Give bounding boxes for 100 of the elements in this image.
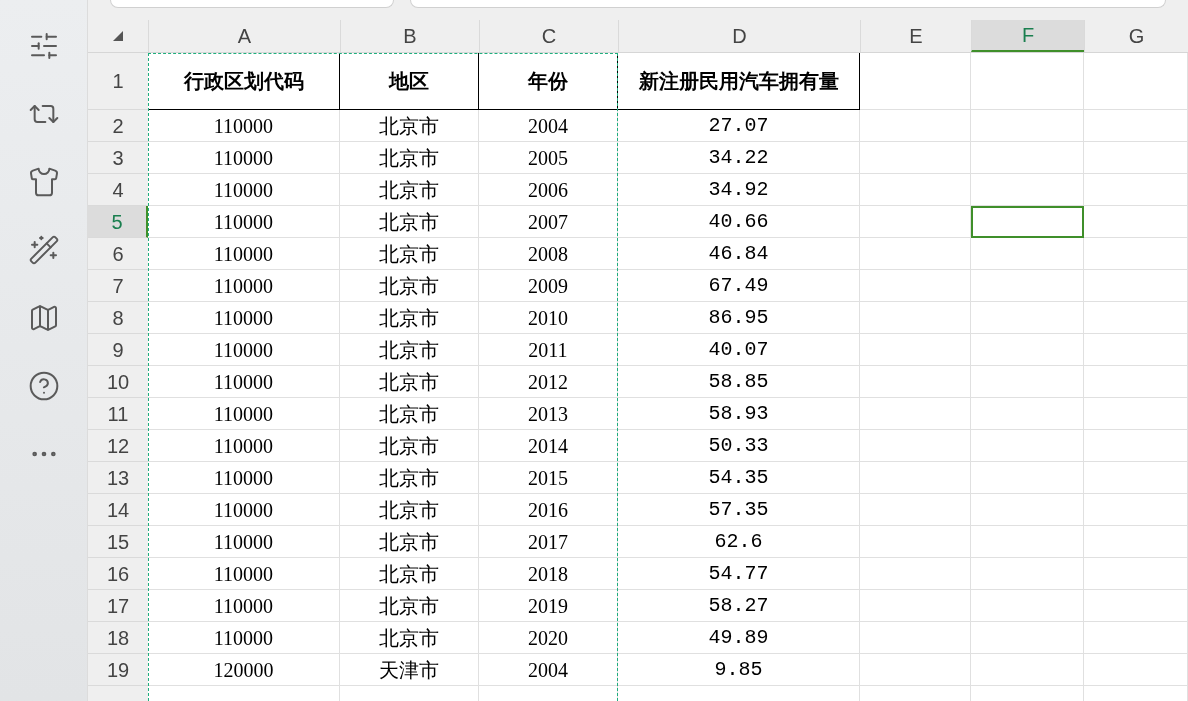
table-cell: 40.07 — [618, 334, 860, 366]
table-cell: 2011 — [479, 334, 618, 366]
row-header[interactable]: 15 — [88, 526, 148, 558]
table-cell: 58.93 — [618, 398, 860, 430]
row-header[interactable]: 2 — [88, 110, 148, 142]
row-header[interactable]: 3 — [88, 142, 148, 174]
table-cell: 50.33 — [618, 430, 860, 462]
header-cell: 地区 — [340, 53, 479, 110]
row-header[interactable]: 16 — [88, 558, 148, 590]
table-cell: 北京市 — [340, 430, 479, 462]
table-cell: 110000 — [148, 622, 340, 654]
table-cell: 110000 — [148, 206, 340, 238]
row-header[interactable]: 19 — [88, 654, 148, 686]
table-cell: 2020 — [479, 622, 618, 654]
table-cell: 北京市 — [340, 110, 479, 142]
row-header[interactable]: 8 — [88, 302, 148, 334]
table-cell: 2008 — [479, 238, 618, 270]
table-cell: 58.27 — [618, 590, 860, 622]
table-cell: 110000 — [148, 494, 340, 526]
column-header[interactable]: C — [479, 20, 618, 52]
table-cell: 110000 — [148, 270, 340, 302]
table-cell: 110000 — [148, 142, 340, 174]
table-cell: 110000 — [148, 430, 340, 462]
table-cell: 2014 — [479, 430, 618, 462]
table-cell: 57.35 — [618, 494, 860, 526]
header-cell: 行政区划代码 — [148, 53, 340, 110]
table-cell: 49.89 — [618, 622, 860, 654]
table-cell: 120000 — [148, 654, 340, 686]
table-cell: 北京市 — [340, 462, 479, 494]
column-header[interactable]: G — [1084, 20, 1188, 52]
table-cell: 北京市 — [340, 334, 479, 366]
table-cell: 2006 — [479, 174, 618, 206]
table-cell: 40.66 — [618, 206, 860, 238]
active-cell[interactable] — [971, 206, 1084, 238]
table-cell: 2009 — [479, 270, 618, 302]
table-cell: 北京市 — [340, 590, 479, 622]
table-cell: 北京市 — [340, 366, 479, 398]
table-cell: 27.07 — [618, 110, 860, 142]
table-cell: 58.85 — [618, 366, 860, 398]
table-cell: 9.85 — [618, 654, 860, 686]
row-header[interactable]: 7 — [88, 270, 148, 302]
table-cell: 2019 — [479, 590, 618, 622]
table-cell: 54.35 — [618, 462, 860, 494]
magic-wand-icon[interactable] — [27, 234, 60, 266]
table-cell: 62.6 — [618, 526, 860, 558]
row-header[interactable]: 12 — [88, 430, 148, 462]
row-header[interactable]: 5 — [88, 206, 148, 238]
table-cell: 北京市 — [340, 398, 479, 430]
header-cell: 年份 — [479, 53, 618, 110]
table-cell: 67.49 — [618, 270, 860, 302]
table-cell: 北京市 — [340, 494, 479, 526]
table-cell: 110000 — [148, 590, 340, 622]
table-cell: 北京市 — [340, 206, 479, 238]
row-header[interactable]: 1 — [88, 53, 148, 110]
column-header[interactable]: B — [340, 20, 479, 52]
table-cell: 110000 — [148, 302, 340, 334]
table-cell: 2004 — [479, 110, 618, 142]
table-cell: 北京市 — [340, 270, 479, 302]
table-cell: 北京市 — [340, 142, 479, 174]
row-header[interactable]: 4 — [88, 174, 148, 206]
row-header[interactable]: 14 — [88, 494, 148, 526]
column-header[interactable]: D — [618, 20, 860, 52]
header-cell: 新注册民用汽车拥有量 — [618, 53, 860, 110]
row-header[interactable]: 11 — [88, 398, 148, 430]
table-cell: 110000 — [148, 462, 340, 494]
table-cell: 北京市 — [340, 302, 479, 334]
corner-triangle-icon — [113, 31, 123, 41]
table-cell: 北京市 — [340, 238, 479, 270]
table-cell: 110000 — [148, 174, 340, 206]
table-cell: 北京市 — [340, 174, 479, 206]
table-cell: 86.95 — [618, 302, 860, 334]
table-cell: 北京市 — [340, 622, 479, 654]
table-cell: 110000 — [148, 558, 340, 590]
row-header[interactable]: 13 — [88, 462, 148, 494]
table-cell: 2007 — [479, 206, 618, 238]
row-header[interactable]: 6 — [88, 238, 148, 270]
column-header[interactable]: A — [148, 20, 340, 52]
table-cell: 2010 — [479, 302, 618, 334]
table-cell: 北京市 — [340, 558, 479, 590]
table-cell: 34.92 — [618, 174, 860, 206]
table-cell: 北京市 — [340, 526, 479, 558]
table-cell: 110000 — [148, 526, 340, 558]
table-cell: 2005 — [479, 142, 618, 174]
table-cell: 2013 — [479, 398, 618, 430]
row-header[interactable]: 10 — [88, 366, 148, 398]
table-cell: 2015 — [479, 462, 618, 494]
row-header[interactable]: 17 — [88, 590, 148, 622]
table-cell: 110000 — [148, 238, 340, 270]
column-header[interactable]: F — [971, 20, 1084, 52]
table-cell: 2017 — [479, 526, 618, 558]
help-icon[interactable] — [27, 370, 60, 402]
table-cell: 110000 — [148, 334, 340, 366]
row-header[interactable]: 9 — [88, 334, 148, 366]
table-cell: 2016 — [479, 494, 618, 526]
row-header[interactable]: 18 — [88, 622, 148, 654]
table-cell: 2018 — [479, 558, 618, 590]
shirt-icon[interactable] — [27, 166, 60, 198]
table-cell: 天津市 — [340, 654, 479, 686]
table-cell: 2012 — [479, 366, 618, 398]
table-cell: 34.22 — [618, 142, 860, 174]
